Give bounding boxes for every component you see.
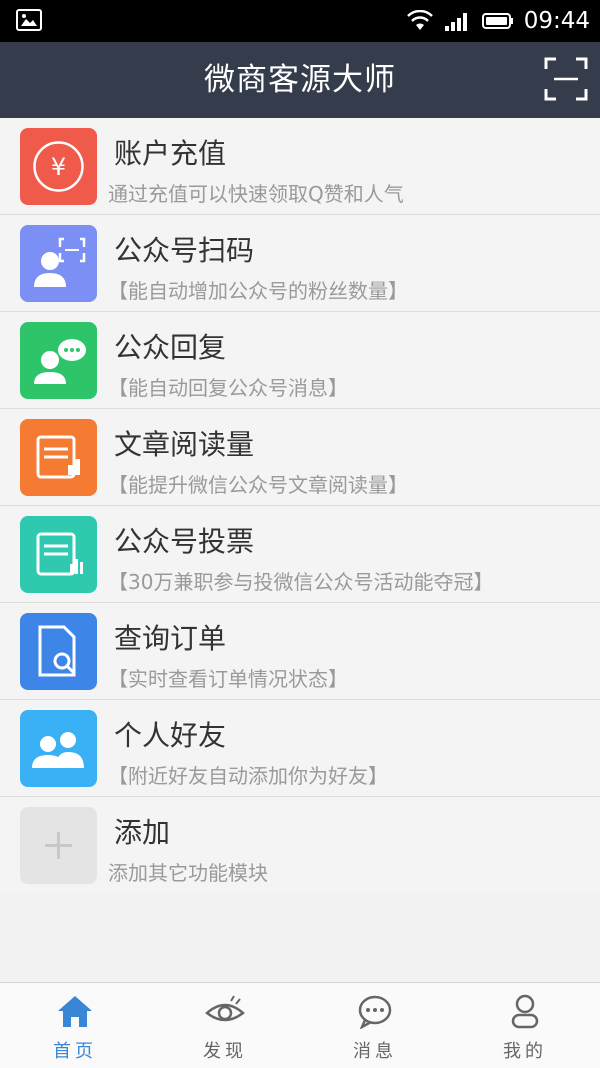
eye-icon <box>205 995 245 1022</box>
menu-item-title: 公众回复 <box>114 331 227 364</box>
user-icon <box>511 994 539 1029</box>
tab-label: 首页 <box>53 1041 97 1062</box>
menu-item-title: 账户充值 <box>114 137 227 170</box>
menu-item-friends[interactable]: 个人好友 【附近好友自动添加你为好友】 <box>0 700 600 797</box>
menu-item-subtitle: 【能提升微信公众号文章阅读量】 <box>108 473 408 497</box>
menu-item-add[interactable]: 添加 添加其它功能模块 <box>0 797 600 893</box>
menu-item-auto-reply[interactable]: 公众回复 【能自动回复公众号消息】 <box>0 312 600 409</box>
tab-messages[interactable]: 消息 <box>300 983 450 1068</box>
plus-icon <box>20 807 97 884</box>
vote-chart-icon <box>20 516 97 593</box>
menu-item-scan-follow[interactable]: 公众号扫码 【能自动增加公众号的粉丝数量】 <box>0 215 600 312</box>
message-icon <box>358 995 392 1029</box>
tab-home[interactable]: 首页 <box>0 983 150 1068</box>
svg-text:¥: ¥ <box>51 153 66 181</box>
article-like-icon <box>20 419 97 496</box>
clock: 09:44 <box>523 8 590 34</box>
bottom-nav: 首页 发现 消息 我的 <box>0 982 600 1068</box>
menu-item-title: 公众号投票 <box>114 525 255 558</box>
menu-item-subtitle: 通过充值可以快速领取Q赞和人气 <box>108 182 404 206</box>
tab-label: 我的 <box>503 1041 547 1062</box>
menu-item-article-reads[interactable]: 文章阅读量 【能提升微信公众号文章阅读量】 <box>0 409 600 506</box>
document-search-icon <box>20 613 97 690</box>
menu-item-recharge[interactable]: ¥ 账户充值 通过充值可以快速领取Q赞和人气 <box>0 118 600 215</box>
battery-icon <box>481 13 513 29</box>
wifi-icon <box>406 10 433 30</box>
menu-item-subtitle: 【30万兼职参与投微信公众号活动能夺冠】 <box>108 570 494 594</box>
menu-item-title: 添加 <box>114 816 171 849</box>
friends-icon <box>20 710 97 787</box>
menu-item-vote[interactable]: 公众号投票 【30万兼职参与投微信公众号活动能夺冠】 <box>0 506 600 603</box>
gallery-notification-icon <box>16 9 42 31</box>
menu-item-subtitle: 添加其它功能模块 <box>108 861 268 885</box>
tab-discover[interactable]: 发现 <box>150 983 300 1068</box>
person-scan-icon <box>20 225 97 302</box>
menu-item-title: 公众号扫码 <box>114 234 255 267</box>
menu-item-title: 文章阅读量 <box>114 428 255 461</box>
tab-label: 发现 <box>203 1041 247 1062</box>
scan-icon[interactable] <box>544 57 588 101</box>
menu-item-title: 个人好友 <box>114 719 227 752</box>
menu-item-subtitle: 【能自动回复公众号消息】 <box>108 376 348 400</box>
yen-coin-icon: ¥ <box>20 128 97 205</box>
person-chat-icon <box>20 322 97 399</box>
menu-item-title: 查询订单 <box>114 622 227 655</box>
home-icon <box>58 996 92 1027</box>
tab-me[interactable]: 我的 <box>450 983 600 1068</box>
menu-item-order-query[interactable]: 查询订单 【实时查看订单情况状态】 <box>0 603 600 700</box>
page-title: 微商客源大师 <box>204 62 396 98</box>
signal-icon <box>444 13 467 31</box>
menu-item-subtitle: 【能自动增加公众号的粉丝数量】 <box>108 279 408 303</box>
tab-label: 消息 <box>353 1041 397 1062</box>
app-header: 微商客源大师 <box>0 42 600 118</box>
status-bar: 09:44 <box>0 0 600 42</box>
menu-item-subtitle: 【实时查看订单情况状态】 <box>108 667 348 691</box>
menu-item-subtitle: 【附近好友自动添加你为好友】 <box>108 764 388 788</box>
feature-list: ¥ 账户充值 通过充值可以快速领取Q赞和人气 公众号扫码 【能自动增加公众号的粉… <box>0 118 600 893</box>
